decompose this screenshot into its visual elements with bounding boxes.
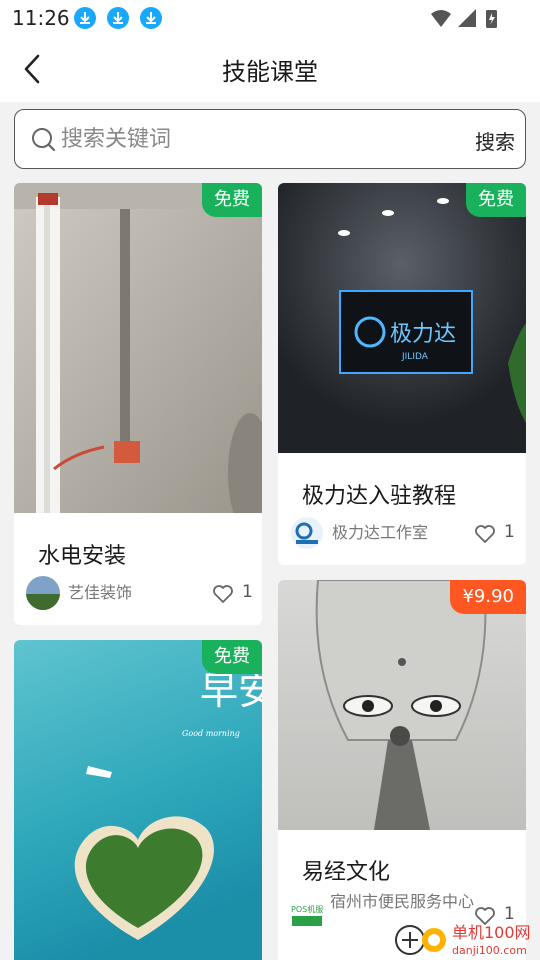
like-count: 1 — [504, 522, 515, 542]
watermark-text: 单机100网 — [452, 923, 531, 942]
sign-text: 极力达 — [390, 322, 456, 347]
avatar-text: POS机服务商 — [291, 904, 324, 914]
course-title: 水电安装 — [38, 544, 127, 569]
course-thumbnail: 极力达 JILIDA — [278, 183, 526, 453]
price-badge: ¥9.90 — [450, 580, 526, 614]
course-title: 极力达入驻教程 — [302, 484, 457, 509]
author-avatar — [26, 576, 60, 610]
status-time: 11:26 — [12, 6, 70, 30]
overlay-subtitle: Good morning — [182, 729, 240, 738]
course-thumbnail — [278, 580, 526, 830]
author-name: 艺佳装饰 — [68, 583, 133, 602]
course-card[interactable]: ¥9.90 易经文化 POS机服务商 宿州市便民服务中心 1 — [278, 580, 526, 960]
download-icon — [140, 7, 162, 29]
course-thumbnail — [14, 183, 262, 533]
page-title: 技能课堂 — [222, 58, 318, 86]
course-title: 易经文化 — [302, 860, 391, 885]
watermark-subtext: danji100.com — [452, 944, 527, 957]
course-card[interactable]: 早安 Good morning 免费 — [14, 640, 262, 960]
download-icon — [107, 7, 129, 29]
price-badge: 免费 — [202, 183, 262, 217]
heart-icon[interactable] — [212, 584, 234, 604]
status-bar: 11:26 — [0, 0, 540, 36]
download-icon — [74, 7, 96, 29]
price-badge: 免费 — [202, 640, 262, 674]
price-badge: 免费 — [466, 183, 526, 217]
like-count: 1 — [242, 582, 253, 602]
course-card[interactable]: 极力达 JILIDA 免费 极力达入驻教程 极力达工作室 1 — [278, 183, 526, 565]
signal-icon — [458, 9, 476, 27]
watermark: 单机100网 danji100.com — [392, 916, 538, 958]
course-thumbnail: 早安 Good morning — [14, 640, 262, 960]
author-name: 宿州市便民服务中心 — [330, 892, 475, 911]
author-name: 极力达工作室 — [332, 523, 429, 542]
author-avatar: POS机服务商 — [290, 898, 324, 932]
heart-icon[interactable] — [474, 524, 496, 544]
system-icons — [430, 8, 500, 34]
search-input[interactable] — [61, 120, 441, 158]
overlay-title: 早安 — [200, 669, 262, 713]
course-card[interactable]: 免费 水电安装 艺佳装饰 1 — [14, 183, 262, 625]
search-bar: 搜索 — [14, 109, 526, 169]
wifi-icon — [431, 10, 451, 27]
author-avatar — [290, 516, 324, 550]
search-button[interactable]: 搜索 — [475, 126, 515, 155]
search-icon — [31, 127, 57, 153]
sign-subtext: JILIDA — [401, 352, 429, 362]
nav-bar: 技能课堂 — [0, 36, 540, 102]
